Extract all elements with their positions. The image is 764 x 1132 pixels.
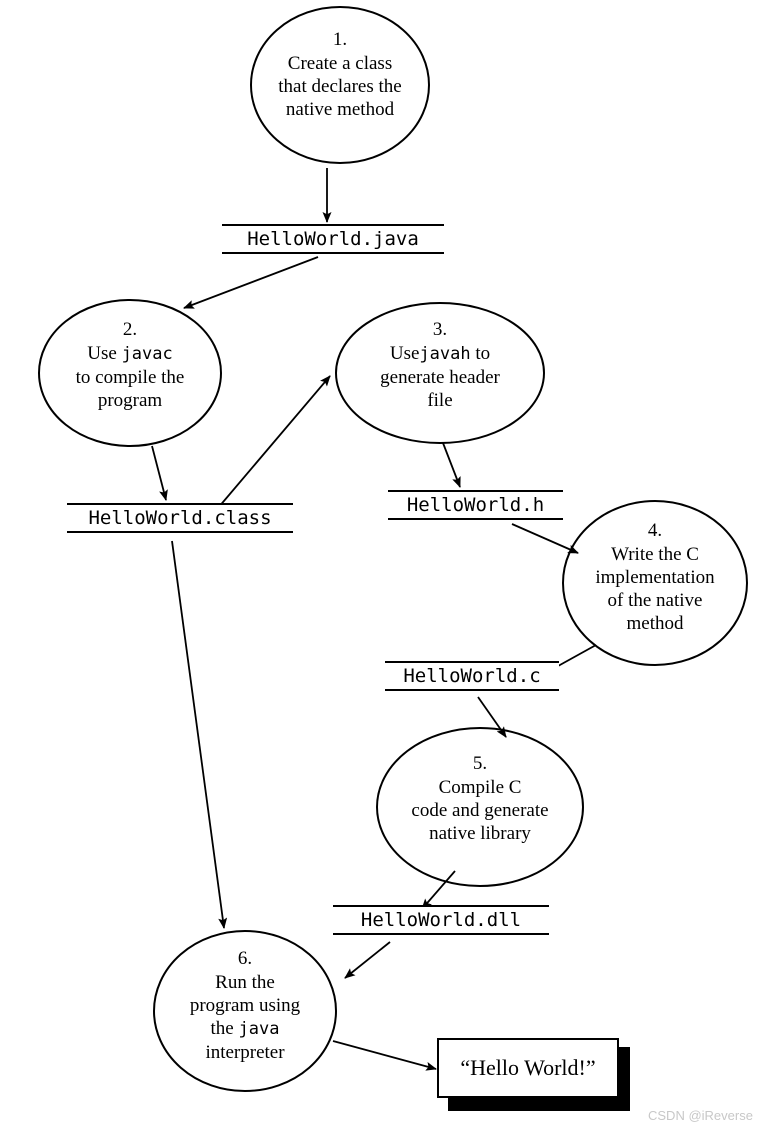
node-shape-step-2 [38, 299, 222, 447]
file-label-header-file: HelloWorld.h [388, 490, 563, 520]
edge-classfile-to-step6 [171, 540, 228, 929]
diagram-canvas: 1. Create a class that declares the nati… [0, 0, 764, 1132]
node-shape-step-5 [376, 727, 584, 887]
edge-step6-to-output [332, 1040, 437, 1071]
edge-step3-to-headerfile [442, 442, 461, 488]
node-shape-step-6 [153, 930, 337, 1092]
edge-headerfile-to-step4 [511, 523, 579, 554]
file-label-class-file: HelloWorld.class [67, 503, 293, 533]
edge-dllfile-to-step6 [344, 941, 391, 979]
file-label-c-source: HelloWorld.c [385, 661, 559, 691]
edge-classfile-to-step3 [217, 375, 331, 509]
file-label-java-source: HelloWorld.java [222, 224, 444, 254]
file-label-library-file: HelloWorld.dll [333, 905, 549, 935]
output-box: “Hello World!” [437, 1038, 619, 1098]
edge-javafile-to-step2 [183, 256, 319, 309]
edge-step2-to-classfile [151, 445, 168, 501]
node-shape-step-3 [335, 302, 545, 444]
node-shape-step-4 [562, 500, 748, 666]
watermark: CSDN @iReverse [648, 1108, 753, 1123]
diagram-connectors-layer [38, 6, 748, 1092]
node-shape-step-1 [250, 6, 430, 164]
